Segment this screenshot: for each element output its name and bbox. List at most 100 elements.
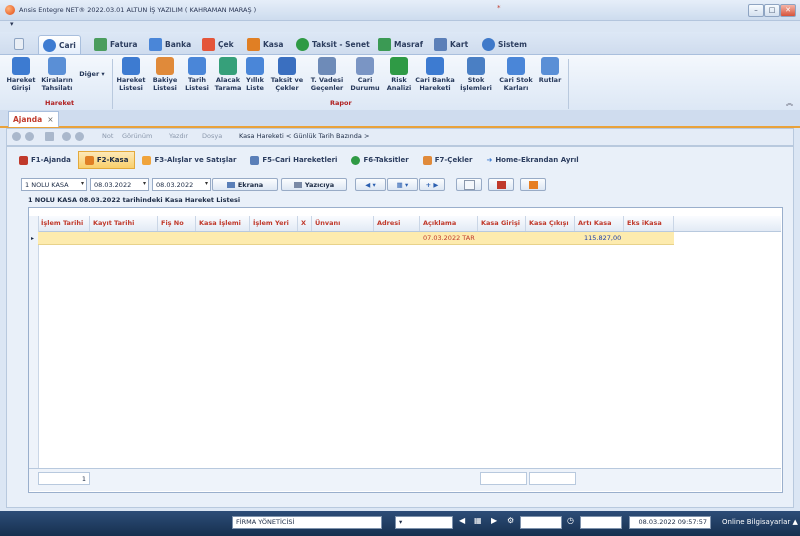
next-button[interactable]: + ▶	[419, 178, 445, 191]
tab-masraf[interactable]: Masraf	[374, 35, 427, 53]
taksit-ve-cekler-button[interactable]: Taksit ve Çekler	[270, 57, 304, 92]
tab-home-exit[interactable]: ➜ Home-Ekrandan Ayrıl	[479, 151, 585, 169]
calendar-red-button[interactable]	[488, 178, 514, 191]
yaziciya-button[interactable]: Yazıcıya	[281, 178, 347, 191]
tab-f1-ajanda[interactable]: F1-Ajanda	[12, 151, 78, 169]
col-islem-tarihi[interactable]: İşlem Tarihi	[38, 216, 90, 231]
cell-aciklama[interactable]: 07.03.2022 TAR	[423, 233, 475, 244]
col-fis-no[interactable]: Fiş No	[158, 216, 196, 231]
tab-cari[interactable]: Cari	[38, 35, 81, 54]
next-icon[interactable]: ▶	[491, 516, 497, 525]
star-icon: *	[497, 4, 501, 12]
col-islem-yeri[interactable]: İşlem Yeri	[250, 216, 298, 231]
calendar-orange-button[interactable]	[520, 178, 546, 191]
col-kasa-girisi[interactable]: Kasa Girişi	[478, 216, 526, 231]
alacak-tarama-button[interactable]: Alacak Tarama	[211, 57, 245, 92]
status-dropdown[interactable]: ▾	[395, 516, 453, 529]
button-label: Risk Analizi	[386, 76, 412, 92]
diger-dropdown[interactable]: Diğer ▾	[77, 70, 107, 79]
settings-icon[interactable]: ⚙	[507, 516, 514, 525]
close-button[interactable]: ✕	[780, 4, 796, 17]
hareket-girisi-button[interactable]: Hareket Girişi	[4, 57, 38, 92]
tarih-listesi-button[interactable]: Tarih Listesi	[180, 57, 214, 92]
prev-dropdown-button[interactable]: ◀ ▾	[355, 178, 386, 191]
up-arrow-icon: ▲	[792, 518, 798, 526]
ribbon-collapse-button[interactable]: ︽	[786, 98, 793, 108]
calendar-button[interactable]	[456, 178, 482, 191]
title-bar: Ansis Entegre NET® 2022.03.01 ALTUN İŞ Y…	[0, 0, 800, 21]
menu-gorunum[interactable]: Görünüm	[122, 132, 152, 140]
col-eksi-kasa[interactable]: Eks iKasa	[624, 216, 674, 231]
online-computers-button[interactable]: Online Bilgisayarlar ▲	[722, 518, 798, 526]
view-dropdown-button[interactable]: ▦ ▾	[387, 178, 418, 191]
date-start-input[interactable]: 08.03.2022 ▾	[90, 178, 149, 191]
table-row[interactable]	[38, 232, 674, 245]
close-icon[interactable]: ×	[47, 115, 53, 124]
yillik-liste-button[interactable]: Yıllık Liste	[241, 57, 269, 92]
kiralarin-tahsilati-button[interactable]: Kiraların Tahsilatı	[40, 57, 74, 92]
maximize-button[interactable]: □	[764, 4, 780, 17]
main-tabs: Cari Fatura Banka Çek Kasa Taksit - Sene…	[0, 32, 800, 54]
t-vadesi-gecenler-button[interactable]: T. Vadesi Geçenler	[307, 57, 347, 92]
doc-tab-label: Ajanda	[13, 115, 43, 124]
cari-stok-karlari-button[interactable]: Cari Stok Karları	[496, 57, 536, 92]
tab-f7-cekler[interactable]: F7-Çekler	[416, 151, 480, 169]
rutlar-button[interactable]: Rutlar	[536, 57, 564, 85]
button-label: Bakiye Listesi	[152, 76, 178, 92]
menu-dosya[interactable]: Dosya	[202, 132, 222, 140]
chevron-down-icon: ▾	[204, 180, 208, 187]
stok-islemleri-button[interactable]: Stok İşlemleri	[459, 57, 493, 92]
tab-banka[interactable]: Banka	[145, 35, 195, 53]
forward-icon[interactable]	[25, 132, 34, 141]
bakiye-listesi-button[interactable]: Bakiye Listesi	[148, 57, 182, 92]
list-title: 1 NOLU KASA 08.03.2022 tarihindeki Kasa …	[28, 196, 241, 204]
col-kasa-cikisi[interactable]: Kasa Çıkışı	[526, 216, 575, 231]
tab-kart[interactable]: Kart	[430, 35, 472, 53]
cari-banka-hareketi-button[interactable]: Cari Banka Hareketi	[414, 57, 456, 92]
col-unvani[interactable]: Ünvanı	[312, 216, 374, 231]
hareket-listesi-button[interactable]: Hareket Listesi	[114, 57, 148, 92]
menu-yazdir[interactable]: Yazdır	[169, 132, 188, 140]
cell-arti-kasa[interactable]: 115.827,00	[584, 233, 621, 244]
stock-icon	[467, 57, 485, 75]
grid-icon[interactable]	[45, 132, 54, 141]
date-end-input[interactable]: 08.03.2022 ▾	[152, 178, 211, 191]
back-icon[interactable]	[12, 132, 21, 141]
col-aciklama[interactable]: Açıklama	[420, 216, 478, 231]
grid-icon[interactable]: ▦	[474, 516, 482, 525]
button-label: Ekrana	[237, 180, 264, 189]
quick-access-dropdown[interactable]: ▾	[10, 20, 20, 30]
tab-f3-alislar-satislar[interactable]: F3-Alışlar ve Satışlar	[135, 151, 243, 169]
minimize-button[interactable]: –	[748, 4, 764, 17]
risk-analizi-button[interactable]: Risk Analizi	[382, 57, 416, 92]
tab-f5-cari-hareketleri[interactable]: F5-Cari Hareketleri	[243, 151, 344, 169]
tab-cek[interactable]: Çek	[198, 35, 238, 53]
breadcrumb: Kasa Hareketi < Günlük Tarih Bazında >	[239, 132, 370, 140]
tab-fatura[interactable]: Fatura	[90, 35, 141, 53]
kasa-value: 1 NOLU KASA	[25, 180, 69, 189]
zoom-out-icon[interactable]	[75, 132, 84, 141]
col-kasa-islemi[interactable]: Kasa İşlemi	[196, 216, 250, 231]
col-arti-kasa[interactable]: Artı Kasa	[575, 216, 624, 231]
menu-not[interactable]: Not	[102, 132, 113, 140]
tab-page[interactable]	[10, 35, 28, 53]
tab-sistem[interactable]: Sistem	[478, 35, 531, 53]
doc-tab-ajanda[interactable]: Ajanda ×	[8, 111, 59, 127]
cari-durumu-button[interactable]: Cari Durumu	[348, 57, 382, 92]
tab-f6-taksitler[interactable]: F6-Taksitler	[344, 151, 415, 169]
tab-taksit-senet[interactable]: Taksit - Senet	[292, 35, 374, 53]
prev-icon[interactable]: ◀	[459, 516, 465, 525]
col-x[interactable]: X	[298, 216, 312, 231]
kasa-select[interactable]: 1 NOLU KASA ▾	[21, 178, 87, 191]
datetime-field: 08.03.2022 09:57:57	[629, 516, 711, 529]
zoom-in-icon[interactable]	[62, 132, 71, 141]
ekrana-button[interactable]: Ekrana	[212, 178, 278, 191]
balance-icon	[156, 57, 174, 75]
col-adresi[interactable]: Adresi	[374, 216, 420, 231]
screen-icon	[226, 181, 235, 188]
col-kayit-tarihi[interactable]: Kayıt Tarihi	[90, 216, 158, 231]
tab-f2-kasa[interactable]: F2-Kasa	[77, 151, 136, 169]
tab-kasa[interactable]: Kasa	[243, 35, 287, 53]
button-label: Cari Banka Hareketi	[415, 76, 455, 92]
grid-footer	[29, 468, 781, 491]
